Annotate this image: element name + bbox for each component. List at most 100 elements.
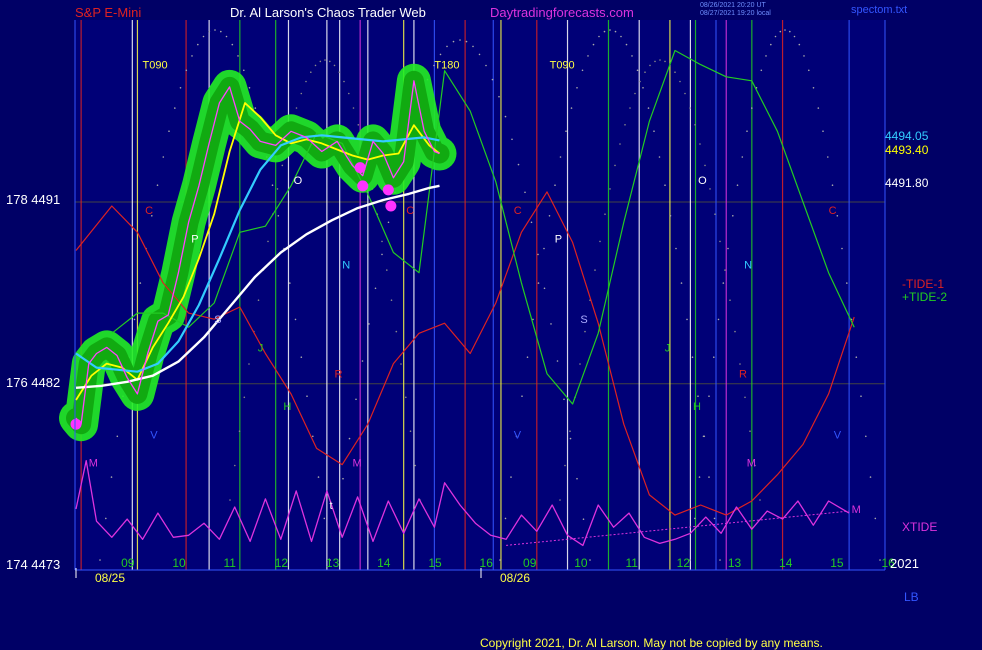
guide-dot [116,435,119,438]
guide-dot [400,363,402,365]
guide-dot [510,476,512,478]
hour-tick-label: 14 [779,556,793,570]
astro-marker: P [555,233,562,245]
guide-dot [368,323,370,325]
guide-dot [697,395,699,398]
guide-dot [642,87,644,89]
guide-dot [836,215,839,217]
guide-dot [744,396,746,399]
timestamp-ut: 08/26/2021 20:20 UT [700,2,766,9]
guide-dot [736,184,739,186]
guide-dot [355,398,357,401]
astro-marker: V [834,429,842,441]
astro-marker: V [150,429,158,441]
guide-dot [543,247,545,250]
guide-dot [717,318,720,321]
guide-dot [719,240,721,243]
guide-dot [521,395,523,398]
hour-tick-label: 15 [428,556,442,570]
guide-dot [361,360,364,362]
guide-dot [254,107,257,109]
guide-dot [614,164,616,167]
price-dot [354,162,366,174]
guide-dot [812,87,815,89]
guide-dot [559,499,561,501]
guide-dot [352,107,355,109]
guide-dot [238,430,241,433]
guide-dot [798,43,801,46]
guide-dot [664,60,666,63]
guide-dot [243,396,246,399]
guide-dot [691,356,694,359]
guide-dot [598,35,600,38]
hour-tick-label: 11 [224,556,237,570]
tide2-label: +TIDE-2 [902,290,948,304]
guide-dot [784,29,786,31]
guide-dot [629,107,631,109]
guide-dot [581,69,584,72]
guide-dot [174,107,176,109]
guide-dot [770,43,772,46]
guide-dot [499,559,501,561]
guide-dot [220,30,222,33]
guide-dot [765,55,767,57]
guide-dot [289,282,291,284]
guide-dot [208,30,211,33]
guide-dot [312,435,314,438]
guide-dot [257,299,260,302]
guide-dot [759,499,761,501]
guide-dot [276,188,279,190]
guide-dot [855,356,858,359]
guide-dot [504,115,507,118]
guide-dot [686,318,688,321]
guide-dot [234,464,236,467]
guide-dot [734,330,736,333]
guide-dot [295,107,298,109]
guide-dot [563,398,565,401]
price-dot [70,418,82,430]
guide-dot [576,87,578,89]
guide-dot [317,476,320,478]
guide-dot [732,215,734,217]
site-link[interactable]: Daytradingforecasts.com [490,5,634,20]
guide-dot [636,69,639,72]
guide-dot [271,184,274,186]
lb-label: LB [904,590,919,604]
price-dot [385,200,397,212]
guide-dot [774,35,777,38]
guide-dot [156,184,159,186]
y-axis-label-mid: 176 4482 [6,375,61,390]
guide-dot [631,55,633,57]
guide-dot [439,53,442,56]
guide-dot [831,184,834,186]
guide-dot [869,476,872,478]
guide-dot [808,69,810,72]
astro-marker: S [580,314,587,326]
guide-dot [225,35,228,38]
guide-dot [604,213,606,215]
guide-dot [498,95,500,98]
astro-marker: t [329,500,332,512]
astro-marker: H [693,401,701,413]
guide-dot [465,40,468,43]
site-title: Dr. Al Larson's Chaos Trader Web [230,5,426,20]
astro-marker: S [214,314,221,326]
guide-dot [329,60,331,63]
astro-marker: C [829,205,837,217]
guide-dot [659,59,661,61]
guide-dot [459,39,461,41]
astro-marker: C [145,205,153,217]
guide-dot [649,64,651,67]
guide-dot [704,164,706,167]
guide-dot [491,78,494,81]
hour-tick-label: 09 [523,556,537,570]
guide-dot [333,64,336,67]
guide-dot [105,517,107,520]
guide-dot [179,87,182,89]
guide-dot [504,517,507,520]
guide-dot [387,221,390,224]
guide-dot [680,282,683,284]
guide-dot [319,60,322,63]
xtide-label: XTIDE [902,520,938,534]
guide-dot [537,253,539,256]
